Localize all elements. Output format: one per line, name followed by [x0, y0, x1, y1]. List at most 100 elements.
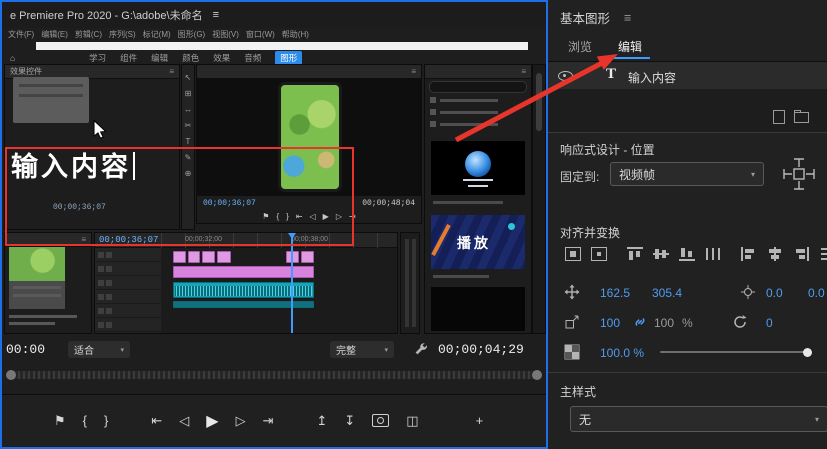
- checkbox-icon[interactable]: [430, 97, 436, 103]
- zoom-scrollbar[interactable]: [6, 370, 542, 380]
- quality-dropdown[interactable]: 完整 ▾: [330, 341, 394, 358]
- tab-browse[interactable]: 浏览: [568, 38, 592, 55]
- menu-graphics[interactable]: 图形(G): [178, 29, 206, 40]
- workspace-tab-edit[interactable]: 编辑: [151, 52, 168, 64]
- go-to-in-button[interactable]: ⇤: [151, 413, 162, 429]
- track-header-a1[interactable]: [95, 290, 161, 304]
- lift-button[interactable]: ↥: [316, 413, 327, 429]
- workspace-tab-assembly[interactable]: 组件: [120, 52, 137, 64]
- checkbox-icon[interactable]: [430, 121, 436, 127]
- anchor-x-value[interactable]: 0.0: [766, 286, 783, 300]
- pin-anchor-widget[interactable]: [780, 155, 818, 198]
- workspace-tab-color[interactable]: 颜色: [182, 52, 199, 64]
- workspace-tab-graphics-active[interactable]: 图形: [275, 50, 303, 65]
- zoom-handle-left[interactable]: [6, 370, 16, 380]
- razor-tool-icon[interactable]: ✂: [185, 121, 192, 130]
- step-back-button[interactable]: ◁: [179, 413, 189, 429]
- menu-view[interactable]: 视图(V): [212, 29, 239, 40]
- scrollbar-handle[interactable]: [536, 73, 542, 131]
- opacity-value[interactable]: 100.0 %: [600, 346, 644, 360]
- settings-wrench-icon[interactable]: [414, 342, 428, 361]
- step-forward-button[interactable]: ▷: [236, 413, 246, 429]
- align-right-icon[interactable]: [792, 246, 810, 262]
- track-header-v3[interactable]: [95, 248, 161, 262]
- align-frame-center-icon[interactable]: [590, 246, 608, 262]
- pin-to-dropdown[interactable]: 视频帧 ▾: [610, 162, 764, 186]
- position-x-value[interactable]: 162.5: [600, 286, 630, 300]
- position-y-value[interactable]: 305.4: [652, 286, 682, 300]
- master-style-dropdown[interactable]: 无 ▾: [570, 406, 827, 432]
- track-header-a3[interactable]: [95, 318, 161, 332]
- export-frame-camera-icon[interactable]: [372, 414, 390, 427]
- new-group-folder-icon[interactable]: [794, 110, 809, 123]
- track-header-a2[interactable]: [95, 304, 161, 318]
- project-list-row[interactable]: [430, 121, 498, 127]
- track-select-tool-icon[interactable]: ⊞: [185, 89, 192, 98]
- video-clip[interactable]: [188, 251, 200, 263]
- add-marker-button[interactable]: ⚑: [54, 413, 66, 429]
- visibility-eye-icon[interactable]: [558, 71, 573, 81]
- clip-thumbnail-logo[interactable]: [431, 141, 525, 195]
- right-timecode[interactable]: 00;00;04;29: [438, 342, 524, 357]
- link-scale-icon[interactable]: [632, 314, 648, 335]
- panel-scrollbar[interactable]: [532, 64, 546, 334]
- mark-in-button[interactable]: {: [83, 413, 87, 428]
- left-timecode[interactable]: 00:00: [6, 342, 45, 357]
- comparison-view-button[interactable]: ◫: [406, 413, 418, 429]
- scale-linked-value[interactable]: 100: [654, 316, 674, 330]
- menu-clip[interactable]: 剪辑(C): [75, 29, 102, 40]
- track-header-v2[interactable]: [95, 262, 161, 276]
- effect-controls-tab[interactable]: 效果控件: [10, 66, 42, 77]
- menu-file[interactable]: 文件(F): [8, 29, 34, 40]
- play-button[interactable]: ▶: [206, 411, 218, 431]
- anchor-y-value[interactable]: 0.0: [808, 286, 825, 300]
- panel-menu-icon[interactable]: ≡: [169, 67, 174, 76]
- hamburger-menu-icon[interactable]: ≡: [213, 9, 219, 21]
- timeline-tracks[interactable]: [161, 248, 397, 333]
- checkbox-icon[interactable]: [430, 109, 436, 115]
- menu-sequence[interactable]: 序列(S): [109, 29, 136, 40]
- clip-thumbnail-play[interactable]: 播放: [431, 215, 525, 269]
- align-frame-icon[interactable]: [564, 246, 582, 262]
- project-list-row[interactable]: [430, 109, 498, 115]
- menu-edit[interactable]: 编辑(E): [41, 29, 68, 40]
- fit-dropdown[interactable]: 适合 ▾: [68, 341, 130, 358]
- menu-window[interactable]: 窗口(W): [246, 29, 275, 40]
- track-header-v1[interactable]: [95, 276, 161, 290]
- zoom-handle-right[interactable]: [532, 370, 542, 380]
- home-icon[interactable]: ⌂: [10, 53, 15, 63]
- rotation-value[interactable]: 0: [766, 316, 773, 330]
- workspace-tab-learn[interactable]: 学习: [89, 52, 106, 64]
- workspace-tab-effects[interactable]: 效果: [213, 52, 230, 64]
- project-search-input[interactable]: [429, 81, 527, 93]
- button-editor-plus[interactable]: +: [476, 413, 484, 428]
- align-top-icon[interactable]: [626, 246, 644, 262]
- tab-edit-active[interactable]: 编辑: [618, 38, 642, 55]
- text-layer-row[interactable]: T 输入内容: [548, 62, 827, 90]
- video-clip[interactable]: [202, 251, 215, 263]
- scale-value[interactable]: 100: [600, 316, 620, 330]
- layer-list-area[interactable]: [548, 89, 827, 132]
- workspace-tab-audio[interactable]: 音频: [244, 52, 261, 64]
- align-vcenter-icon[interactable]: [652, 246, 670, 262]
- type-tool-icon[interactable]: T: [186, 137, 191, 146]
- video-clip[interactable]: [217, 251, 231, 263]
- align-left-icon[interactable]: [740, 246, 758, 262]
- menu-help[interactable]: 帮助(H): [282, 29, 309, 40]
- selection-tool-icon[interactable]: ↖: [185, 73, 192, 82]
- panel-menu-icon[interactable]: ≡: [624, 11, 631, 25]
- align-bottom-icon[interactable]: [678, 246, 696, 262]
- opacity-slider[interactable]: [660, 347, 812, 357]
- video-clip[interactable]: [173, 251, 186, 263]
- ripple-edit-tool-icon[interactable]: ↔: [184, 105, 192, 114]
- clip-thumbnail-dark[interactable]: [431, 287, 525, 331]
- project-list-row[interactable]: [430, 97, 498, 103]
- distribute-horizontal-icon[interactable]: [704, 246, 722, 262]
- bin-thumbnail[interactable]: [9, 247, 65, 309]
- new-layer-icon[interactable]: [773, 110, 785, 124]
- mark-out-button[interactable]: }: [104, 413, 108, 428]
- video-clip[interactable]: [301, 251, 314, 263]
- align-hcenter-icon[interactable]: [766, 246, 784, 262]
- distribute-vertical-icon[interactable]: [818, 246, 827, 262]
- panel-menu-icon[interactable]: ≡: [521, 67, 526, 76]
